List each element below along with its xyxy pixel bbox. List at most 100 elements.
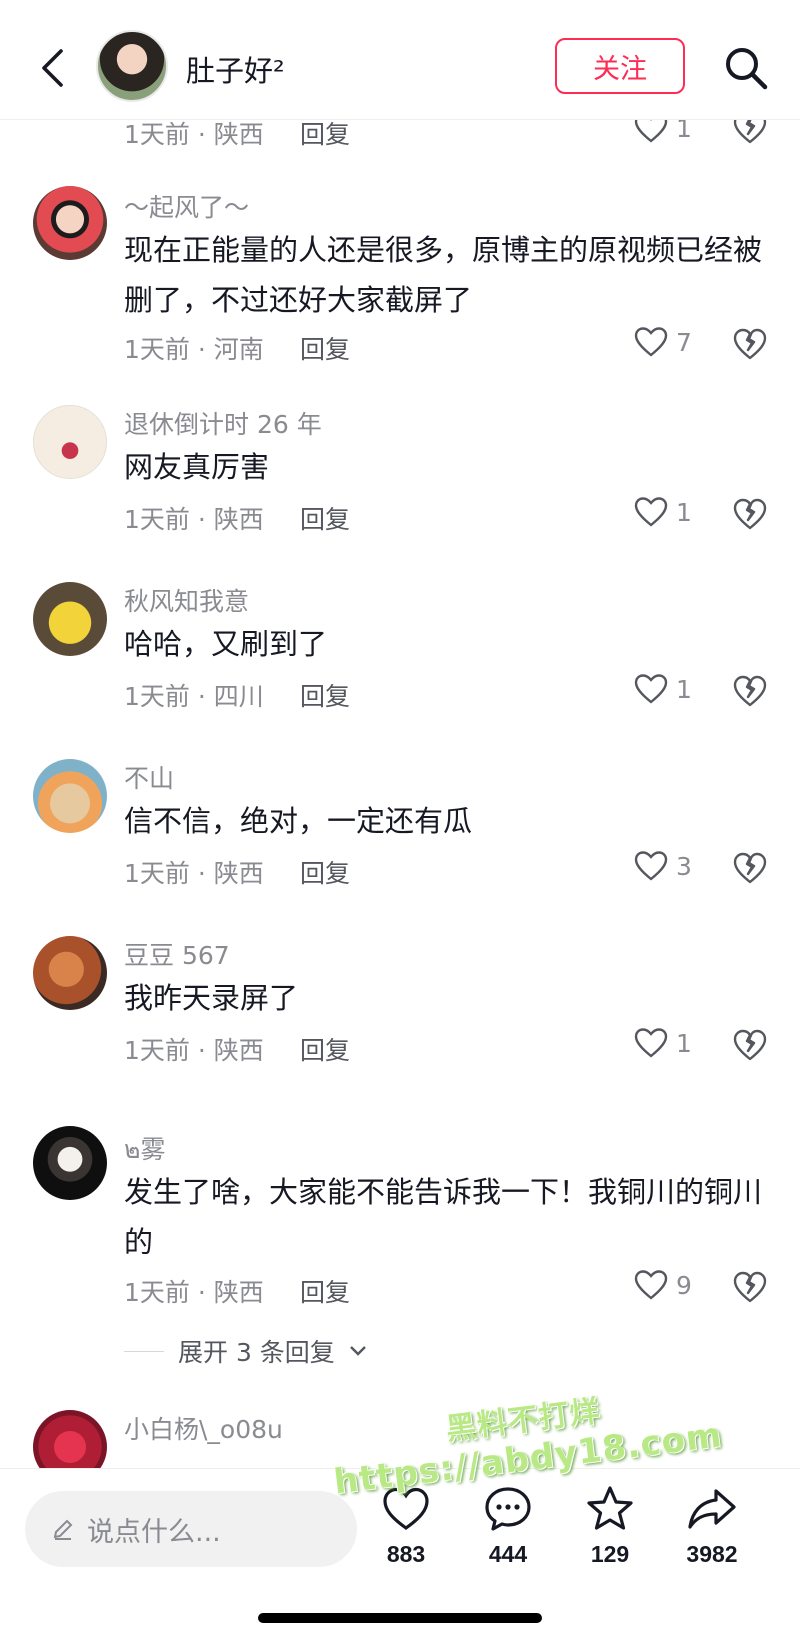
comment-meta: 1天前 · 陕西 <box>124 505 264 534</box>
comment-meta: 1天前 · 陕西 <box>124 859 264 888</box>
comment-username[interactable]: ～起风了～ <box>124 188 249 224</box>
comment-item: 退休倒计时 26 年 网友真厉害 1天前 · 陕西 回复 1 <box>0 400 800 550</box>
dislike-icon[interactable] <box>732 1269 768 1305</box>
comment-item: ～起风了～ 现在正能量的人还是很多，原博主的原视频已经被删了，不过还好大家截屏了… <box>0 180 800 380</box>
comment-button[interactable]: 444 <box>458 1483 558 1568</box>
reply-button[interactable]: 回复 <box>300 677 350 713</box>
comment-like-button[interactable]: 1 <box>634 673 692 705</box>
back-button[interactable] <box>32 40 72 96</box>
comment-location: 陕西 <box>213 859 264 888</box>
avatar[interactable] <box>33 936 107 1010</box>
comment-like-count: 1 <box>676 674 692 704</box>
like-count: 883 <box>386 1541 426 1567</box>
comment-location: 陕西 <box>213 505 264 534</box>
comment-time: 1天前 <box>124 120 190 149</box>
expand-replies-label: 展开 3 条回复 <box>178 1338 335 1367</box>
favorite-button[interactable]: 129 <box>560 1483 660 1568</box>
comment-text: 现在正能量的人还是很多，原博主的原视频已经被删了，不过还好大家截屏了 <box>124 233 763 317</box>
star-icon <box>587 1486 633 1530</box>
comment-meta: 1天前 · 河南 <box>124 335 264 364</box>
heart-icon <box>634 674 668 704</box>
avatar[interactable] <box>33 1126 107 1200</box>
comment-location: 陕西 <box>213 1036 264 1065</box>
reply-button[interactable]: 回复 <box>300 500 350 536</box>
dislike-icon[interactable] <box>732 850 768 886</box>
dislike-icon[interactable] <box>732 673 768 709</box>
chevron-left-icon <box>42 49 63 87</box>
comment-username[interactable]: 豆豆 567 <box>124 936 230 972</box>
comment-username[interactable]: 小白杨\_o08u <box>124 1410 283 1446</box>
comment-time: 1天前 <box>124 682 190 711</box>
comment-text: 信不信，绝对，一定还有瓜 <box>124 804 473 838</box>
reply-button[interactable]: 回复 <box>300 115 350 151</box>
heart-icon <box>634 1028 668 1058</box>
comment-item: 豆豆 567 我昨天录屏了 1天前 · 陕西 回复 1 <box>0 931 800 1081</box>
reply-button[interactable]: 回复 <box>300 854 350 890</box>
comment-time: 1天前 <box>124 1278 190 1307</box>
reply-button[interactable]: 回复 <box>300 1273 350 1309</box>
comment-like-count: 1 <box>676 1028 692 1058</box>
dislike-icon[interactable] <box>732 1027 768 1063</box>
comment-location: 河南 <box>213 335 264 364</box>
comment-count: 444 <box>488 1541 528 1567</box>
comment-like-count: 1 <box>676 497 692 527</box>
divider <box>124 1350 164 1352</box>
chevron-down-icon <box>349 1346 366 1356</box>
like-button[interactable]: 883 <box>356 1483 456 1568</box>
heart-icon <box>634 497 668 527</box>
comment-like-count: 9 <box>676 1270 692 1300</box>
reply-button[interactable]: 回复 <box>300 1031 350 1067</box>
comment-item: ๒雾 发生了啥，大家能不能告诉我一下！我铜川的铜川的 1天前 · 陕西 回复 9 <box>0 1108 800 1318</box>
share-arrow-icon <box>688 1489 736 1529</box>
heart-icon <box>634 1270 668 1300</box>
header: 肚子好² 关注 <box>0 0 800 120</box>
avatar[interactable] <box>33 582 107 656</box>
favorite-count: 129 <box>590 1541 630 1567</box>
comment-like-button[interactable]: 7 <box>634 326 692 358</box>
heart-icon <box>634 327 668 357</box>
comment-item: 不山 信不信，绝对，一定还有瓜 1天前 · 陕西 回复 3 <box>0 754 800 904</box>
comment-like-button[interactable]: 1 <box>634 496 692 528</box>
comment-time: 1天前 <box>124 335 190 364</box>
author-avatar[interactable] <box>96 30 168 102</box>
comment-meta: 1天前 · 陕西 <box>124 1036 264 1065</box>
reply-button[interactable]: 回复 <box>300 330 350 366</box>
comment-item: 秋风知我意 哈哈，又刷到了 1天前 · 四川 回复 1 <box>0 577 800 727</box>
comment-like-button[interactable]: 1 <box>634 1027 692 1059</box>
share-count: 3982 <box>686 1541 738 1567</box>
comment-username[interactable]: 退休倒计时 26 年 <box>124 405 322 441</box>
comment-input[interactable]: 说点什么... <box>25 1491 357 1567</box>
comment-text: 我昨天录屏了 <box>124 981 299 1015</box>
comment-bubble-icon <box>485 1487 531 1531</box>
comment-like-count: 3 <box>676 851 692 881</box>
comment-location: 陕西 <box>213 120 264 149</box>
avatar[interactable] <box>33 1410 107 1468</box>
follow-button[interactable]: 关注 <box>555 38 685 94</box>
search-icon[interactable] <box>722 44 770 92</box>
comment-like-count: 7 <box>676 327 692 357</box>
comment-text: 网友真厉害 <box>124 450 270 484</box>
avatar[interactable] <box>33 405 107 479</box>
comment-text: 哈哈，又刷到了 <box>124 627 328 661</box>
heart-icon <box>383 1487 429 1530</box>
expand-replies-button[interactable]: 展开 3 条回复 <box>124 1333 367 1369</box>
comment-meta: 1天前 · 陕西 <box>124 120 264 149</box>
heart-icon <box>634 851 668 881</box>
avatar[interactable] <box>33 186 107 260</box>
comment-list: 1天前 · 陕西 回复 1 ～起风了～ 现在正能量的人还是很多，原博主的原视频已… <box>0 0 800 1468</box>
dislike-icon[interactable] <box>732 326 768 362</box>
comment-username[interactable]: 不山 <box>124 759 174 795</box>
dislike-icon[interactable] <box>732 496 768 532</box>
avatar[interactable] <box>33 759 107 833</box>
share-button[interactable]: 3982 <box>662 1483 762 1568</box>
comment-meta: 1天前 · 陕西 <box>124 1278 264 1307</box>
comment-like-button[interactable]: 3 <box>634 850 692 882</box>
author-name[interactable]: 肚子好² <box>186 48 285 90</box>
home-indicator[interactable] <box>258 1613 542 1623</box>
comment-item: 小白杨\_o08u <box>0 1400 800 1468</box>
comment-username[interactable]: 秋风知我意 <box>124 582 249 618</box>
comment-username[interactable]: ๒雾 <box>124 1130 165 1170</box>
comment-like-button[interactable]: 9 <box>634 1269 692 1301</box>
comment-text: 发生了啥，大家能不能告诉我一下！我铜川的铜川的 <box>124 1175 763 1259</box>
comment-time: 1天前 <box>124 505 190 534</box>
